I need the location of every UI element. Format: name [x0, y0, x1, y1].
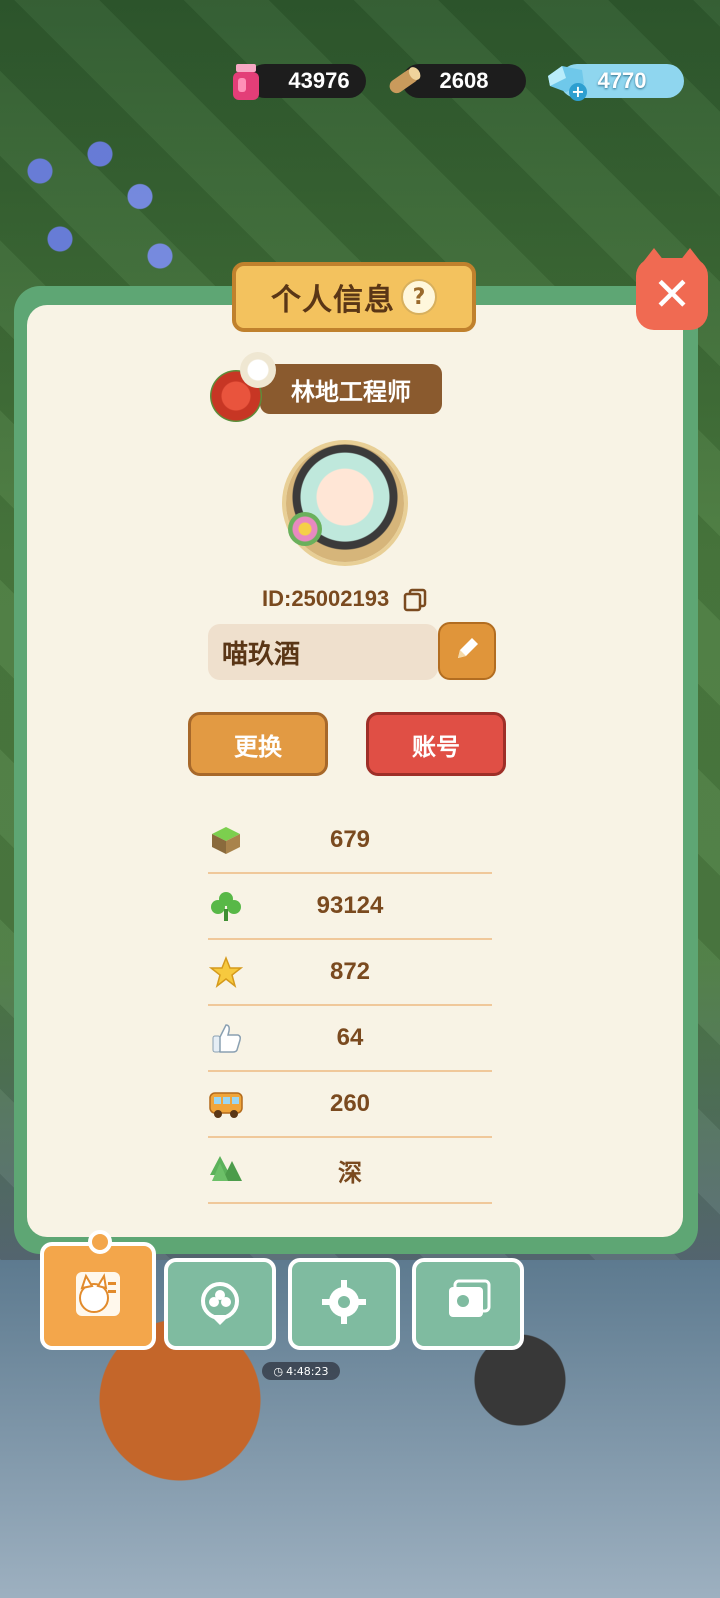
white-rose-icon	[240, 352, 276, 388]
stat-value-likes: 64	[336, 1024, 364, 1051]
close-button[interactable]: ✕	[636, 248, 708, 330]
build-timer: ◷ 4:48:23	[262, 1362, 340, 1380]
tag-hole-decoration	[88, 1230, 112, 1254]
tab-profile-card[interactable]	[40, 1230, 156, 1350]
stat-value-forest: 深	[338, 1159, 362, 1187]
gear-icon	[319, 1277, 369, 1331]
photo-album-icon	[441, 1277, 495, 1331]
rank-title: 林地工程师	[260, 364, 442, 414]
stat-value-clover: 93124	[316, 892, 384, 919]
change-avatar-button[interactable]: 更换	[188, 712, 328, 776]
flower-bed-decoration	[0, 120, 200, 290]
potion-icon	[230, 62, 262, 106]
potion-currency[interactable]: 43976	[248, 64, 366, 98]
rank-banner: 林地工程师	[210, 352, 446, 426]
svg-text:+: +	[571, 82, 584, 101]
stat-value-grass: 679	[329, 826, 371, 853]
pencil-icon	[452, 634, 482, 668]
tab-badge[interactable]	[164, 1258, 276, 1350]
diamond-value: 4770	[597, 68, 647, 93]
tab-settings[interactable]	[288, 1258, 400, 1350]
player-id-row: ID:25002193	[262, 584, 462, 614]
stats-list: 679 93124 872 64 260 深	[208, 808, 492, 1204]
player-name-field[interactable]: 喵玖酒	[208, 624, 438, 680]
stat-row-forest: 深	[208, 1138, 492, 1204]
potion-value: 43976	[288, 68, 350, 93]
close-icon: ✕	[652, 267, 692, 321]
tab-album[interactable]	[412, 1258, 524, 1350]
account-button-label: 账号	[412, 732, 460, 761]
badge-icon	[195, 1277, 245, 1331]
clock-icon: ◷	[273, 1364, 284, 1378]
timer-text: 4:48:23	[286, 1364, 329, 1378]
stat-row-bus: 260	[208, 1072, 492, 1138]
wood-value: 2608	[439, 68, 489, 93]
diamond-icon[interactable]: +	[544, 62, 592, 106]
wood-log-icon	[384, 62, 424, 104]
avatar-flower-decoration	[288, 512, 322, 546]
player-id: ID:25002193	[262, 586, 390, 611]
stat-row-clover: 93124	[208, 874, 492, 940]
copy-icon[interactable]	[403, 588, 427, 612]
stat-row-star: 872	[208, 940, 492, 1006]
account-button[interactable]: 账号	[366, 712, 506, 776]
change-button-label: 更换	[234, 732, 282, 761]
stat-row-likes: 64	[208, 1006, 492, 1072]
help-icon[interactable]: ?	[401, 279, 437, 315]
panel-title: 个人信息	[271, 283, 395, 318]
panel-title-plate: 个人信息 ?	[232, 262, 476, 332]
stat-value-bus: 260	[329, 1090, 371, 1117]
profile-card-icon	[68, 1266, 128, 1326]
edit-name-button[interactable]	[438, 622, 496, 680]
stat-value-star: 872	[329, 958, 371, 985]
stat-row-grass: 679	[208, 808, 492, 874]
